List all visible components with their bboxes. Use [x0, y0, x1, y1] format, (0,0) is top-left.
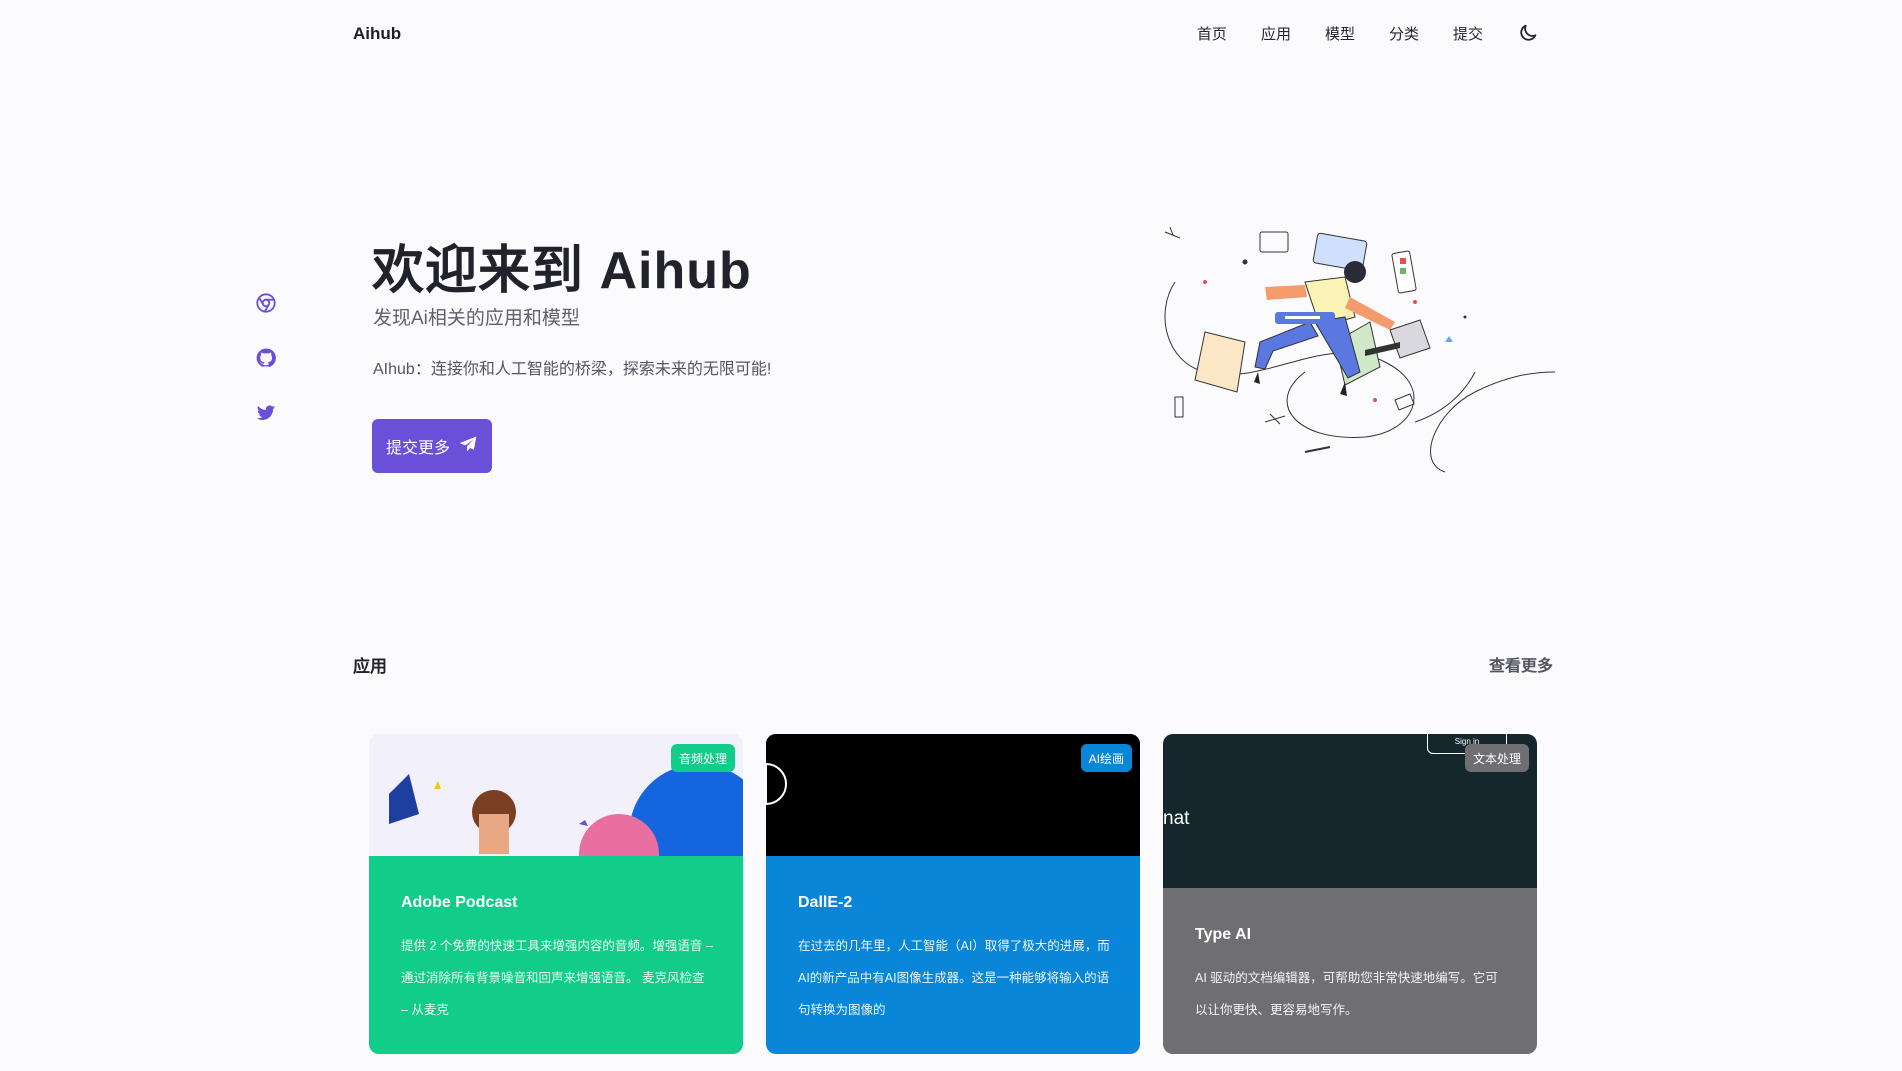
card-title: Adobe Podcast	[401, 894, 518, 911]
submit-more-button[interactable]: 提交更多	[372, 419, 492, 473]
category-tag[interactable]: AI绘画	[1080, 744, 1132, 772]
card-body: Adobe Podcast 提供 2 个免费的快速工具来增强内容的音频。增强语音…	[369, 856, 743, 1054]
nav-models[interactable]: 模型	[1325, 23, 1355, 44]
top-header: Aihub 首页 应用 模型 分类 提交	[0, 0, 1902, 70]
card-description: 在过去的几年里，人工智能（AI）取得了极大的进展，而AI的新产品中有AI图像生成…	[798, 939, 1110, 1017]
card-body: DallE-2 在过去的几年里，人工智能（AI）取得了极大的进展，而AI的新产品…	[766, 856, 1140, 1054]
view-more-link[interactable]: 查看更多	[1489, 652, 1553, 676]
app-card-type-ai[interactable]: nat Sign in Type AI AI 驱动的文档编辑器，可帮助您非常快速…	[1163, 734, 1537, 1054]
category-tag[interactable]: 文本处理	[1464, 744, 1529, 772]
hero-title: 欢迎来到 Aihub	[372, 242, 752, 300]
app-card-dalle-2[interactable]: DallE-2 在过去的几年里，人工智能（AI）取得了极大的进展，而AI的新产品…	[766, 734, 1140, 1054]
hero-description: AIhub：连接你和人工智能的桥梁，探索未来的无限可能!	[373, 361, 772, 378]
app-card-adobe-podcast[interactable]: Adobe Podcast 提供 2 个免费的快速工具来增强内容的音频。增强语音…	[369, 734, 743, 1054]
moon-icon[interactable]	[1517, 22, 1539, 44]
thumb-text: nat	[1163, 808, 1190, 829]
main-nav: 首页 应用 模型 分类 提交	[1197, 22, 1539, 44]
card-title: DallE-2	[798, 894, 853, 911]
hero-subtitle: 发现Ai相关的应用和模型	[373, 308, 580, 329]
card-description: 提供 2 个免费的快速工具来增强内容的音频。增强语音 – 通过消除所有背景噪音和…	[401, 939, 713, 1017]
apps-section-title: 应用	[353, 657, 387, 676]
nav-categories[interactable]: 分类	[1389, 23, 1419, 44]
nav-submit[interactable]: 提交	[1453, 23, 1483, 44]
card-title: Type AI	[1195, 926, 1252, 943]
chrome-icon[interactable]	[255, 292, 277, 314]
site-logo[interactable]: Aihub	[353, 24, 401, 44]
hero-illustration	[1145, 222, 1556, 477]
category-tag[interactable]: 音频处理	[670, 744, 735, 772]
card-description: AI 驱动的文档编辑器，可帮助您非常快速地编写。它可以让你更快、更容易地写作。	[1195, 971, 1498, 1017]
nav-home[interactable]: 首页	[1197, 23, 1227, 44]
github-icon[interactable]	[255, 347, 277, 369]
nav-apps[interactable]: 应用	[1261, 23, 1291, 44]
card-body: Type AI AI 驱动的文档编辑器，可帮助您非常快速地编写。它可以让你更快、…	[1163, 888, 1537, 1054]
twitter-icon[interactable]	[255, 402, 277, 424]
social-links	[255, 292, 277, 424]
cta-label: 提交更多	[385, 440, 450, 457]
paper-plane-icon	[458, 434, 478, 459]
